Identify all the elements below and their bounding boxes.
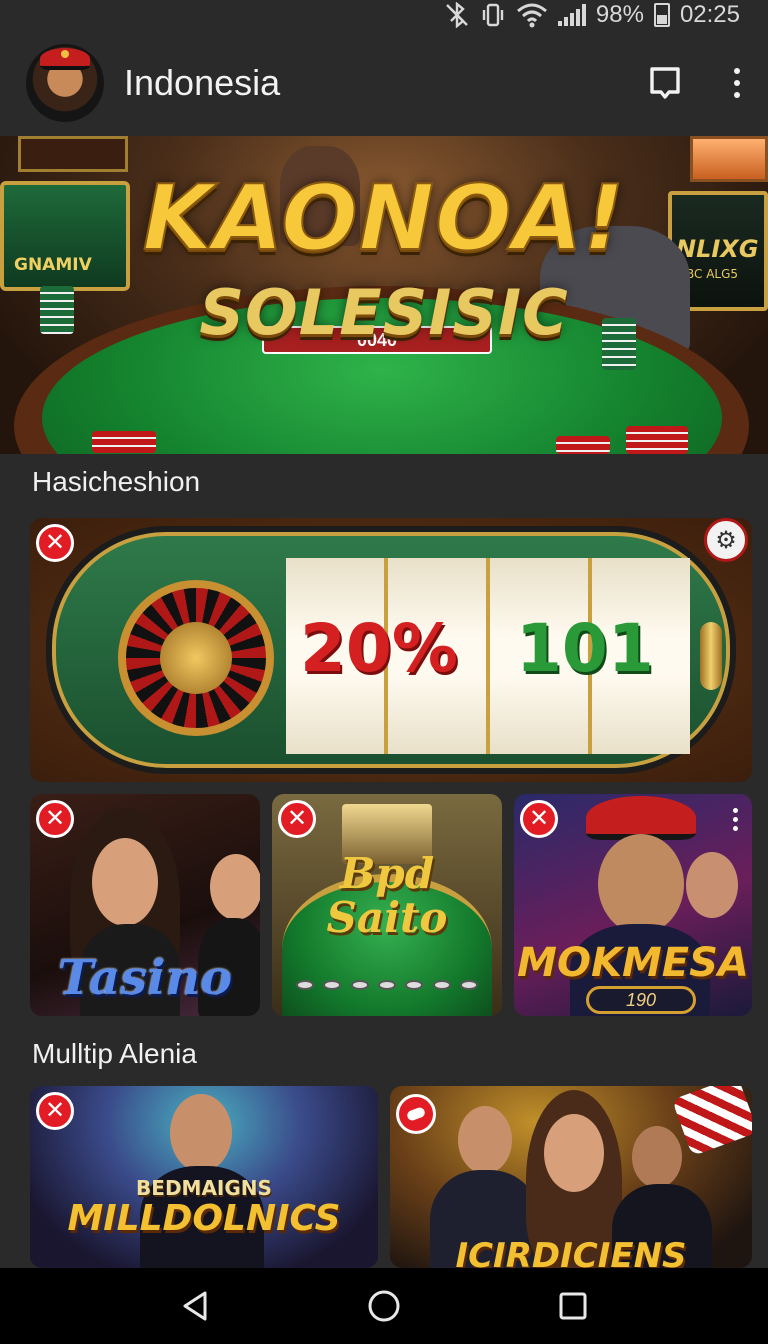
close-icon[interactable]: ✕ <box>278 800 316 838</box>
thumb-icon[interactable] <box>396 1094 436 1134</box>
card-title: Tasino <box>57 950 233 1006</box>
second-face <box>686 852 738 918</box>
featured-game-card[interactable]: ✕ ⚙ 20% 101 <box>30 518 752 782</box>
slot-value-left: 20% <box>300 610 458 687</box>
slot-lever <box>700 622 722 690</box>
battery-percent: 98% <box>595 1 644 28</box>
player-face <box>632 1126 682 1188</box>
game-card[interactable]: ✕ MOKMESA 190 <box>514 794 752 1016</box>
chip-stack-image <box>92 431 156 453</box>
game-card[interactable]: ICIRDICIENS <box>390 1086 752 1268</box>
card-title: Bpd Saito <box>272 849 502 943</box>
bookmark-icon[interactable] <box>648 66 682 100</box>
card-title: MILLDOLNICS <box>67 1198 341 1239</box>
hero-banner[interactable]: GNAMIV NLIXG BC ALG5 0040 KAONOA! SOLESI… <box>0 136 768 454</box>
card-subtitle: BEDMAIGNS <box>136 1176 272 1200</box>
roulette-wheel-image <box>118 580 274 736</box>
player-face <box>458 1106 512 1174</box>
hostess-face <box>544 1114 604 1192</box>
officer-face <box>598 834 684 934</box>
more-vert-icon[interactable] <box>733 808 738 831</box>
status-bar: 98% 02:25 <box>0 0 768 30</box>
section-title: Hasicheshion <box>32 466 201 497</box>
card-title: MOKMESA <box>517 940 749 986</box>
hero-title: KAONOA! <box>142 165 626 272</box>
back-icon[interactable] <box>165 1276 225 1336</box>
wifi-icon <box>516 2 548 28</box>
game-card[interactable]: ✕ Tasino <box>30 794 260 1016</box>
chip-stack-image <box>556 436 610 454</box>
battery-icon <box>653 3 670 27</box>
page-title: Indonesia <box>124 62 281 103</box>
chip-row <box>296 980 478 990</box>
clock: 02:25 <box>679 1 740 28</box>
recents-icon[interactable] <box>543 1276 603 1336</box>
close-icon[interactable]: ✕ <box>36 800 74 838</box>
bluetooth-off-icon <box>444 2 470 28</box>
home-icon[interactable] <box>354 1276 414 1336</box>
close-icon[interactable]: ✕ <box>520 800 558 838</box>
hostess-face <box>92 838 158 926</box>
chip-stack-image <box>626 426 688 454</box>
card-badge: 190 <box>586 986 696 1014</box>
vibrate-icon <box>480 2 506 28</box>
close-icon[interactable]: ✕ <box>36 524 74 562</box>
card-title: ICIRDICIENS <box>455 1236 687 1268</box>
close-icon[interactable]: ✕ <box>36 1092 74 1130</box>
card-title-line2: Saito <box>326 893 448 943</box>
app-bar: Indonesia <box>0 30 768 136</box>
dice-image <box>671 1086 752 1157</box>
hero-subtitle: SOLESISIC <box>199 276 569 349</box>
signal-icon <box>557 4 586 26</box>
more-vert-icon[interactable] <box>732 68 742 98</box>
gear-icon[interactable]: ⚙ <box>704 518 748 562</box>
host-face <box>170 1094 232 1172</box>
avatar[interactable] <box>26 44 104 122</box>
dealer-face <box>210 854 260 920</box>
navigation-bar <box>0 1268 768 1344</box>
slot-value-right: 101 <box>516 610 654 687</box>
game-card[interactable]: ✕ BEDMAIGNS MILLDOLNICS <box>30 1086 378 1268</box>
card-title-line1: Bpd <box>339 849 435 898</box>
game-card[interactable]: ✕ Bpd Saito <box>272 794 502 1016</box>
section-title: Mulltip Alenia <box>32 1038 197 1069</box>
